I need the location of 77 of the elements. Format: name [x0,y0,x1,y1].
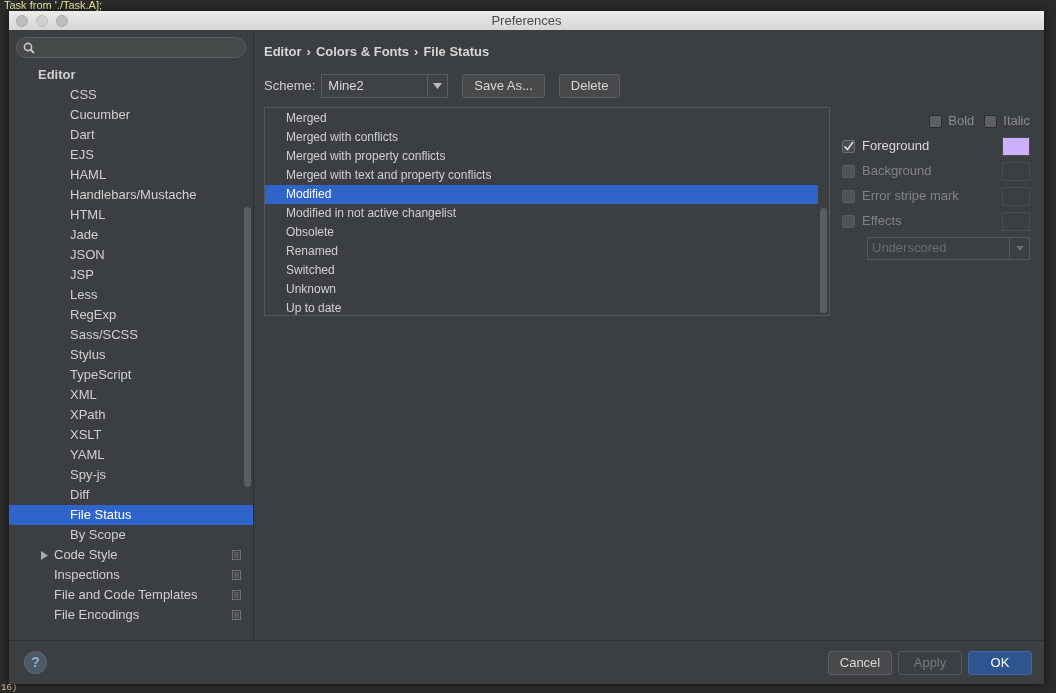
maximize-button[interactable] [56,14,68,27]
tree-item[interactable]: Editor [9,65,253,85]
status-list-item[interactable]: Merged with property conflicts [265,146,818,166]
checkbox[interactable] [929,114,943,128]
tree-item[interactable]: Spy-js [9,465,253,485]
tree-item[interactable]: Diff [9,485,253,505]
tree-item[interactable]: Dart [9,125,253,145]
status-list-item[interactable]: Switched [265,260,818,280]
tree-item[interactable]: XPath [9,405,253,425]
color-swatch[interactable] [1002,136,1030,156]
status-list-item[interactable]: Merged [265,108,818,128]
status-list-item[interactable]: Modified in not active changelist [265,203,818,223]
status-list-item[interactable]: Modified [265,184,818,204]
scheme-dropdown[interactable]: Mine2 [321,73,449,98]
tree-item[interactable]: EJS [9,145,253,165]
tree-item[interactable]: TypeScript [9,365,253,385]
code-line: Task from './Task.A]; [3,0,104,11]
tree-item[interactable]: Jade [9,225,253,245]
search-field[interactable] [16,37,246,58]
checkbox-label: Italic [1003,112,1030,131]
tree-item[interactable]: JSP [9,265,253,285]
code-line: 16) [0,684,19,693]
tree-item[interactable]: JSON [9,245,253,265]
checkbox-label: Background [862,162,932,181]
breadcrumb-separator: › [414,43,419,61]
tree-item[interactable]: Cucumber [9,105,253,125]
checkbox[interactable] [984,114,998,128]
window-title: Preferences [491,11,562,30]
checkbox-label: Foreground [862,137,930,156]
scheme-button[interactable]: Delete [558,73,621,98]
checkbox[interactable] [842,189,855,203]
tree-item[interactable]: HAML [9,165,253,185]
tree-item[interactable]: HTML [9,205,253,225]
status-list-item[interactable]: Unknown [265,279,818,299]
tree-item[interactable]: Less [9,285,253,305]
status-list-item[interactable]: Obsolete [265,222,818,242]
tree-item[interactable]: RegExp [9,305,253,325]
status-list-item[interactable]: Up to date [265,298,818,318]
breadcrumb-item[interactable]: File Status [423,42,490,62]
search-icon [23,41,35,54]
scrollbar-thumb[interactable] [820,207,827,313]
expand-arrow-icon[interactable] [40,550,48,560]
minimize-button[interactable] [36,14,48,27]
breadcrumb-item[interactable]: Editor [264,42,302,62]
scheme-button[interactable]: Save As... [462,73,545,98]
dialog-button[interactable]: OK [968,650,1032,675]
status-list-item[interactable]: Merged with conflicts [265,127,818,147]
tree-item[interactable]: CSS [9,85,253,105]
scrollbar-thumb[interactable] [244,207,251,487]
checkmark-icon [843,140,854,152]
dialog-button[interactable]: Cancel [828,650,892,675]
status-list-item[interactable]: Renamed [265,241,818,261]
dropdown-arrow-icon [1015,245,1024,251]
status-list-item[interactable]: Merged with text and property conflicts [265,165,818,185]
tree-item[interactable]: XML [9,385,253,405]
breadcrumb-separator: › [306,43,311,61]
tree-item[interactable]: File Status [9,505,253,525]
tree-item[interactable]: YAML [9,445,253,465]
tree-item[interactable]: Stylus [9,345,253,365]
tree-item[interactable]: Sass/SCSS [9,325,253,345]
tree-item[interactable]: Handlebars/Mustache [9,185,253,205]
checkbox[interactable] [842,214,855,228]
tree-item[interactable]: File Encodings [9,605,253,625]
tree-item[interactable]: By Scope [9,525,253,545]
dropdown-arrow-icon [433,82,443,89]
tree-item[interactable]: Code Style [9,545,253,565]
checkbox[interactable] [842,139,855,153]
checkbox-label: Bold [948,112,975,131]
tree-item[interactable]: File and Code Templates [9,585,253,605]
tree-item[interactable]: Inspections [9,565,253,585]
checkbox-label: Effects [862,212,902,231]
breadcrumb-item[interactable]: Colors & Fonts [315,42,410,62]
scheme-label: Scheme: [264,76,316,95]
close-button[interactable] [16,14,28,27]
tree-item[interactable]: XSLT [9,425,253,445]
checkbox-label: Error stripe mark [862,187,959,206]
checkbox[interactable] [842,164,855,178]
